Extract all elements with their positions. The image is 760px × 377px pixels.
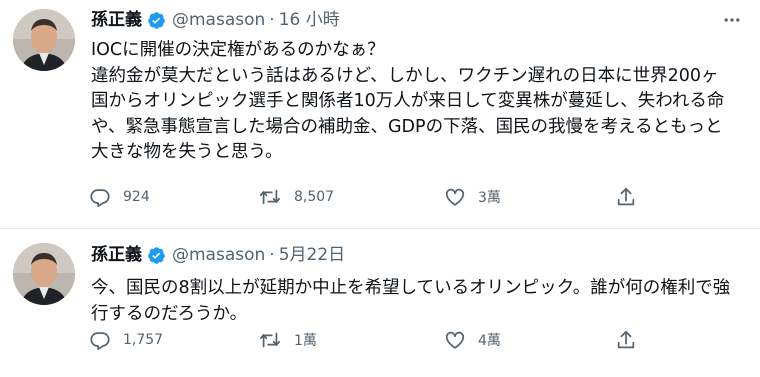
retweet-count: 8,507 <box>294 189 335 205</box>
share-button[interactable] <box>615 186 637 208</box>
reply-icon <box>89 329 111 351</box>
reply-count: 1,757 <box>123 332 164 348</box>
reply-count: 924 <box>123 189 150 205</box>
tweet-text: 今、国民の8割以上が延期か中止を希望しているオリンピック。誰が何の権利で強行する… <box>91 278 731 324</box>
tweet[interactable]: 孫正義 @masason · 16 小時 IOCに開催の決定権があるのかなぁ？ … <box>0 0 760 229</box>
timestamp[interactable]: 5月22日 <box>279 244 345 266</box>
verified-badge-icon <box>147 246 166 265</box>
verified-badge-icon <box>147 11 166 30</box>
like-button[interactable]: 4萬 <box>444 329 501 351</box>
tweet[interactable]: 孫正義 @masason · 5月22日 今、国民の8割以上が延期か中止を希望し… <box>0 229 760 377</box>
retweet-icon <box>258 329 282 351</box>
user-handle[interactable]: @masason <box>172 9 265 31</box>
display-name[interactable]: 孫正義 <box>91 9 142 31</box>
retweet-button[interactable]: 8,507 <box>258 186 334 208</box>
retweet-count: 1萬 <box>294 333 317 349</box>
separator: · <box>269 245 275 265</box>
timestamp[interactable]: 16 小時 <box>279 9 340 31</box>
like-count: 4萬 <box>478 333 501 349</box>
display-name[interactable]: 孫正義 <box>91 244 142 266</box>
avatar[interactable] <box>13 9 75 71</box>
reply-button[interactable]: 1,757 <box>89 329 163 351</box>
share-icon <box>615 186 637 208</box>
like-button[interactable]: 3萬 <box>444 186 501 208</box>
tweet-header: 孫正義 @masason · 16 小時 <box>91 9 340 31</box>
more-icon[interactable] <box>720 8 744 32</box>
retweet-icon <box>258 186 282 208</box>
avatar[interactable] <box>13 243 75 305</box>
tweet-text: IOCに開催の決定権があるのかなぁ？ 違約金が莫大だという話はあるけど、しかし、… <box>91 40 725 162</box>
user-handle[interactable]: @masason <box>172 244 265 266</box>
share-button[interactable] <box>615 329 637 351</box>
separator: · <box>269 10 275 30</box>
tweet-header: 孫正義 @masason · 5月22日 <box>91 244 345 266</box>
share-icon <box>615 329 637 351</box>
retweet-button[interactable]: 1萬 <box>258 329 317 351</box>
reply-icon <box>89 186 111 208</box>
reply-button[interactable]: 924 <box>89 186 150 208</box>
like-icon <box>444 186 466 208</box>
like-icon <box>444 329 466 351</box>
like-count: 3萬 <box>478 190 501 206</box>
